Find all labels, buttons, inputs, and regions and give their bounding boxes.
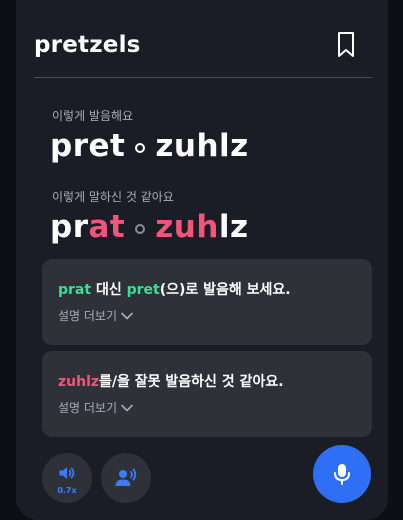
correct-syllable-1: pret: [50, 128, 126, 164]
correct-pronunciation-label: 이렇게 발음해요: [52, 109, 134, 123]
feedback-correct-syllable: pret: [126, 282, 160, 298]
feedback-text: (으)로 발음해 보세요.: [159, 282, 291, 298]
slow-playback-button[interactable]: 0.7x: [42, 453, 92, 503]
show-more-link[interactable]: 설명 더보기: [58, 307, 133, 324]
user-syllable-2-ok: lz: [218, 209, 249, 245]
correct-syllable-2: zuhlz: [155, 128, 249, 164]
user-pronunciation: pr at zuh lz: [50, 209, 249, 245]
feedback-card[interactable]: zuhlz를/을 잘못 발음하신 것 같아요. 설명 더보기: [42, 351, 372, 437]
microphone-icon: [334, 464, 350, 485]
record-button[interactable]: [313, 445, 371, 503]
feedback-card[interactable]: prat 대신 pret(으)로 발음해 보세요. 설명 더보기: [42, 259, 372, 345]
speaker-icon: [59, 467, 75, 479]
show-more-label: 설명 더보기: [58, 309, 118, 323]
feedback-message: prat 대신 pret(으)로 발음해 보세요.: [58, 279, 291, 299]
user-syllable-1-error: at: [88, 209, 126, 245]
user-pronunciation-label: 이렇게 말하신 것 같아요: [52, 190, 174, 204]
syllable-separator: [135, 143, 146, 153]
feedback-text: 를/을 잘못 발음하신 것 같아요.: [99, 374, 284, 390]
header: pretzels: [34, 28, 364, 68]
show-more-label: 설명 더보기: [58, 401, 118, 415]
feedback-message: zuhlz를/을 잘못 발음하신 것 같아요.: [58, 371, 284, 391]
show-more-link[interactable]: 설명 더보기: [58, 399, 133, 416]
feedback-text: 대신: [91, 282, 127, 298]
playback-speed: 0.7x: [57, 486, 77, 495]
divider: [34, 77, 372, 78]
word-title: pretzels: [34, 32, 141, 58]
feedback-wrong-syllable: zuhlz: [58, 374, 100, 390]
feedback-wrong-syllable: prat: [58, 282, 92, 298]
voice-playback-button[interactable]: [101, 453, 151, 503]
correct-pronunciation: pret zuhlz: [50, 128, 249, 164]
syllable-separator: [135, 224, 146, 234]
bookmark-icon[interactable]: [334, 30, 358, 60]
user-syllable-2-error: zuh: [155, 209, 219, 245]
voice-user-icon: [115, 468, 137, 486]
user-syllable-1-ok: pr: [50, 209, 89, 245]
chevron-down-icon: [121, 312, 133, 319]
chevron-down-icon: [121, 404, 133, 411]
